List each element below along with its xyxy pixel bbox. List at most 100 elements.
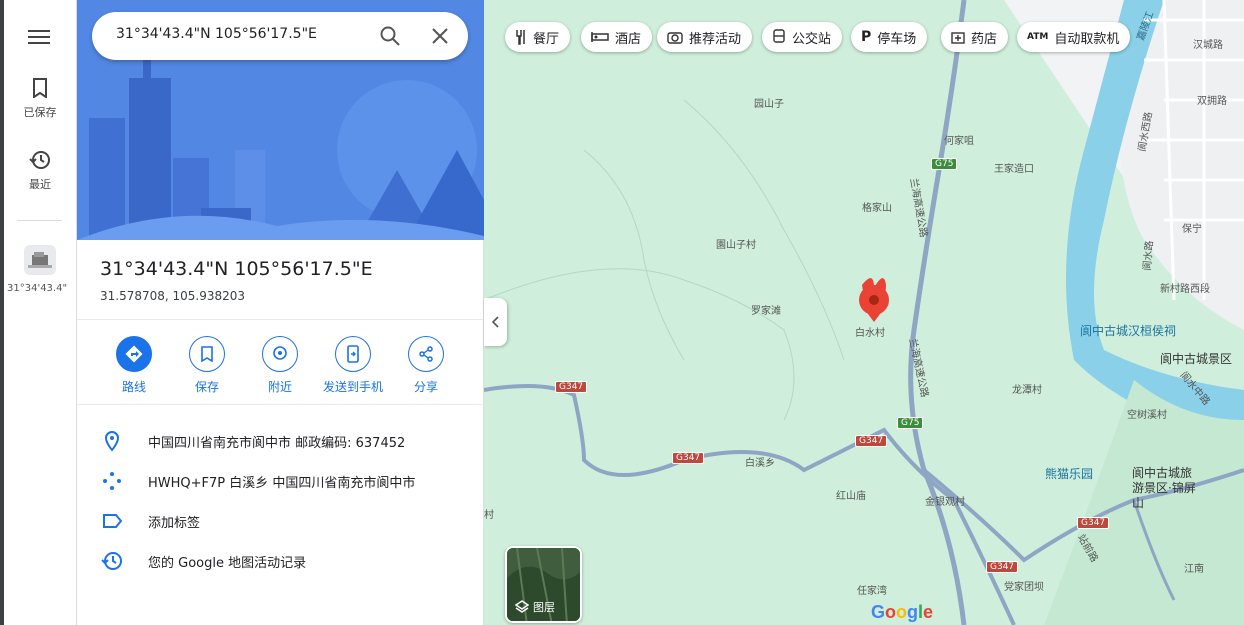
parking-icon: P — [861, 29, 872, 45]
map-canvas[interactable]: 园山子 何家咀 王家造口 格家山 園山子村 罗家滩 白水村 龙潭村 白溪乡 红山… — [484, 0, 1244, 625]
highway-shield: G347 — [986, 561, 1019, 573]
activity-row[interactable]: 您的 Google 地图活动记录 — [77, 540, 484, 580]
save-label: 保存 — [194, 380, 219, 394]
bookmark-icon — [33, 78, 47, 98]
send-to-phone-label: 发送到手机 — [322, 380, 383, 394]
chip-label: 公交站 — [792, 31, 832, 47]
activity-text: 您的 Google 地图活动记录 — [148, 556, 307, 571]
pharmacy-icon — [951, 30, 965, 44]
chip-label: 餐厅 — [533, 31, 560, 47]
chip-label: 停车场 — [877, 31, 917, 47]
map-label: 江南 — [1184, 564, 1204, 575]
rail-saved[interactable]: 已保存 — [4, 78, 76, 120]
recent-place-label[interactable]: 31°34'43.4" 105°56'17.5" — [7, 282, 71, 295]
poi-ancestral-hall[interactable]: 阆中古城汉桓侯祠 — [1080, 322, 1176, 339]
map-label: 园山子 — [754, 99, 784, 110]
share-button[interactable]: 分享 — [386, 336, 466, 395]
search-box — [92, 12, 468, 60]
left-rail: 已保存 最近 31°34'43.4" 105°56'17.5" — [0, 0, 77, 625]
add-label-text: 添加标签 — [148, 516, 201, 531]
search-input[interactable] — [116, 26, 366, 42]
chip-restaurants[interactable]: 餐厅 — [505, 22, 571, 52]
chip-parking[interactable]: P 停车场 — [851, 22, 928, 52]
address-row[interactable]: 中国四川省南充市阆中市 邮政编码: 637452 — [77, 420, 484, 460]
plus-code-text: HWHQ+F7P 白溪乡 中国四川省南充市阆中市 — [148, 476, 416, 491]
label-icon — [103, 514, 123, 528]
map-label: 何家咀 — [944, 136, 974, 147]
share-icon — [419, 346, 433, 362]
chip-label: 自动取款机 — [1054, 31, 1120, 47]
chip-pharmacy[interactable]: 药店 — [941, 22, 1009, 52]
nearby-button[interactable]: 附近 — [240, 336, 320, 395]
search-icon[interactable] — [378, 24, 402, 48]
decimal-coordinates: 31.578708, 105.938203 — [100, 289, 246, 303]
map-label: 格家山 — [862, 203, 892, 214]
divider — [77, 404, 484, 405]
location-pin-icon — [104, 430, 120, 452]
poi-panda-park[interactable]: 熊猫乐园 — [1045, 465, 1093, 482]
hero-illustration — [77, 0, 484, 240]
map-label: 金银观村 — [925, 497, 965, 508]
map-label: 龙潭村 — [1012, 385, 1042, 396]
plus-code-row[interactable]: HWHQ+F7P 白溪乡 中国四川省南充市阆中市 — [77, 460, 484, 500]
poi-jinpingshan[interactable]: 阆中古城旅游景区·锦屏山 — [1132, 466, 1202, 511]
chip-label: 推荐活动 — [689, 31, 742, 47]
action-buttons: 路线 保存 附近 发送到手机 分享 — [77, 336, 484, 396]
layers-label: 图层 — [533, 601, 555, 614]
directions-label: 路线 — [121, 380, 146, 394]
map-label: 空树溪村 — [1127, 410, 1167, 421]
map-label: 党家团坝 — [1004, 582, 1044, 593]
bus-icon — [772, 29, 786, 45]
map-label: 村 — [484, 510, 494, 521]
map-label: 園山子村 — [716, 240, 756, 251]
close-icon[interactable] — [428, 24, 452, 48]
map-label: 罗家滩 — [751, 306, 781, 317]
side-panel: 31°34'43.4"N 105°56'17.5"E 31.578708, 10… — [77, 0, 484, 625]
restaurant-icon — [515, 29, 527, 45]
atm-icon: ATM — [1027, 32, 1049, 42]
chip-atm[interactable]: ATM 自动取款机 — [1017, 22, 1131, 52]
save-button[interactable]: 保存 — [167, 336, 247, 395]
bookmark-icon — [201, 346, 213, 362]
map-label: 白水村 — [855, 328, 885, 339]
layers-button[interactable]: 图层 — [505, 546, 582, 623]
highway-shield: G347 — [672, 452, 705, 464]
history-icon — [29, 151, 50, 169]
highway-shield: G347 — [555, 381, 588, 393]
recent-place-thumbnail[interactable] — [24, 245, 56, 275]
send-to-phone-icon — [347, 345, 359, 363]
rail-recent-label: 最近 — [29, 178, 51, 191]
poi-old-town[interactable]: 阆中古城景区 — [1160, 350, 1232, 367]
google-logo: Google — [871, 602, 934, 622]
share-label: 分享 — [413, 380, 438, 394]
plus-code-icon — [103, 472, 121, 490]
car-icon — [28, 252, 52, 268]
send-to-phone-button[interactable]: 发送到手机 — [313, 336, 393, 395]
collapse-panel-button[interactable] — [484, 298, 507, 346]
history-icon — [101, 552, 122, 570]
chip-label: 药店 — [971, 31, 998, 47]
chip-activities[interactable]: 推荐活动 — [657, 22, 753, 52]
hotel-icon — [591, 31, 609, 43]
map-label: 白溪乡 — [745, 458, 775, 469]
map-label: 红山庙 — [836, 491, 866, 502]
map-label: 双拥路 — [1197, 96, 1227, 107]
directions-button[interactable]: 路线 — [94, 336, 174, 395]
chip-hotels[interactable]: 酒店 — [581, 22, 653, 52]
highway-shield: G347 — [1077, 517, 1110, 529]
chip-transit[interactable]: 公交站 — [762, 22, 843, 52]
menu-icon[interactable] — [28, 26, 50, 46]
nearby-label: 附近 — [267, 380, 292, 394]
highway-shield: G75 — [897, 417, 924, 429]
rail-recent[interactable]: 最近 — [4, 150, 76, 192]
address-text: 中国四川省南充市阆中市 邮政编码: 637452 — [148, 436, 406, 451]
place-title: 31°34'43.4"N 105°56'17.5"E — [100, 258, 373, 280]
road-label: 阆水路 — [1142, 240, 1156, 272]
add-label-row[interactable]: 添加标签 — [77, 500, 484, 540]
divider — [77, 319, 484, 320]
directions-icon — [125, 345, 143, 363]
map-label: 任家湾 — [857, 586, 887, 597]
highway-shield: G347 — [855, 435, 888, 447]
nearby-icon — [273, 346, 287, 360]
camera-icon — [667, 30, 683, 44]
